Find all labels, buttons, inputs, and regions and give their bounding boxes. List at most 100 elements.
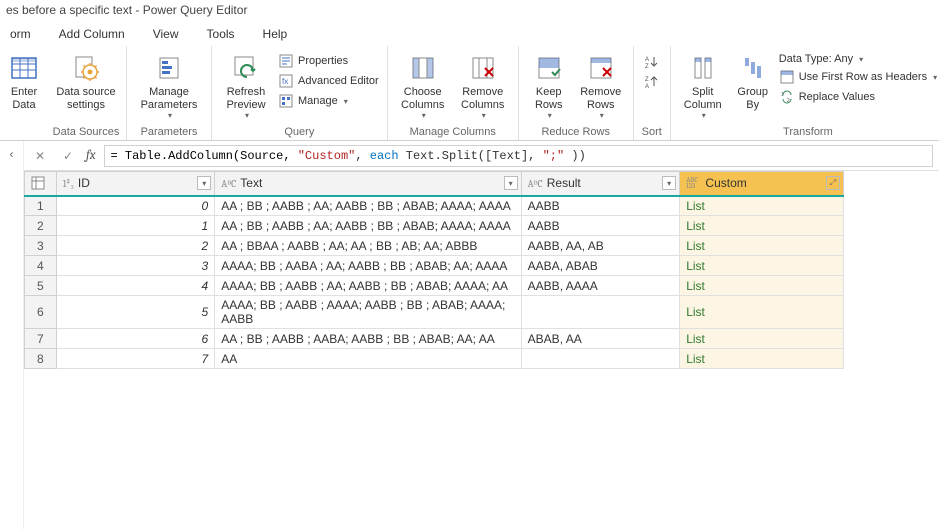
column-filter-id[interactable]: ▾	[197, 176, 211, 190]
properties-button[interactable]: Properties	[276, 52, 381, 70]
row-number[interactable]: 2	[25, 216, 57, 236]
column-filter-result[interactable]: ▾	[662, 176, 676, 190]
cell-custom[interactable]: List	[680, 196, 844, 216]
cell-text[interactable]: AA ; BB ; AABB ; AABA; AABB ; BB ; ABAB;…	[215, 329, 521, 349]
any-type-icon: ABC 123	[686, 178, 698, 189]
group-by-button[interactable]: Group By	[731, 50, 775, 113]
column-header-custom[interactable]: ABC 123 Custom ⤢	[680, 172, 844, 196]
manage-icon	[278, 93, 294, 109]
sort-asc-button[interactable]: AZ	[640, 54, 664, 70]
data-source-settings-button[interactable]: Data source settings	[52, 50, 120, 113]
remove-rows-button[interactable]: Remove Rows▾	[575, 50, 627, 122]
cell-id[interactable]: 3	[56, 256, 215, 276]
formula-input[interactable]: = Table.AddColumn(Source, "Custom", each…	[104, 145, 934, 167]
cell-result[interactable]: AABB, AA, AB	[521, 236, 680, 256]
column-expand-custom[interactable]: ⤢	[826, 176, 840, 190]
row-number[interactable]: 6	[25, 296, 57, 329]
cell-result[interactable]: AABB	[521, 216, 680, 236]
cell-text[interactable]: AAAA; BB ; AABA ; AA; AABB ; BB ; ABAB; …	[215, 256, 521, 276]
cell-custom[interactable]: List	[680, 276, 844, 296]
cell-text[interactable]: AA	[215, 349, 521, 369]
cell-result[interactable]: AABB, AAAA	[521, 276, 680, 296]
keep-rows-icon	[533, 52, 565, 84]
cell-id[interactable]: 6	[56, 329, 215, 349]
table-corner-button[interactable]	[25, 172, 57, 196]
table-row[interactable]: 76AA ; BB ; AABB ; AABA; AABB ; BB ; ABA…	[25, 329, 844, 349]
cell-id[interactable]: 5	[56, 296, 215, 329]
menu-tools[interactable]: Tools	[207, 27, 235, 41]
use-first-row-button[interactable]: Use First Row as Headers▾	[777, 68, 939, 86]
fx-button[interactable]: fx	[86, 148, 96, 163]
cell-custom[interactable]: List	[680, 296, 844, 329]
cell-result[interactable]: ABAB, AA	[521, 329, 680, 349]
table-row[interactable]: 65AAAA; BB ; AABB ; AAAA; AABB ; BB ; AB…	[25, 296, 844, 329]
svg-text:A: A	[645, 57, 649, 63]
cell-id[interactable]: 7	[56, 349, 215, 369]
cell-id[interactable]: 2	[56, 236, 215, 256]
row-number[interactable]: 7	[25, 329, 57, 349]
text-type-icon: AᴮC	[221, 178, 236, 190]
cell-text[interactable]: AAAA; BB ; AABB ; AAAA; AABB ; BB ; ABAB…	[215, 296, 521, 329]
advanced-editor-icon: fx	[278, 73, 294, 89]
sort-desc-button[interactable]: ZA	[640, 74, 664, 90]
split-column-button[interactable]: Split Column▾	[677, 50, 729, 122]
text-type-icon: AᴮC	[528, 178, 543, 190]
column-header-id[interactable]: 1²₃ID ▾	[56, 172, 215, 196]
menu-add-column[interactable]: Add Column	[59, 27, 125, 41]
table-row[interactable]: 10AA ; BB ; AABB ; AA; AABB ; BB ; ABAB;…	[25, 196, 844, 216]
cell-text[interactable]: AA ; BB ; AABB ; AA; AABB ; BB ; ABAB; A…	[215, 216, 521, 236]
column-header-result[interactable]: AᴮCResult ▾	[521, 172, 680, 196]
menu-help[interactable]: Help	[263, 27, 288, 41]
table-icon	[31, 176, 45, 190]
advanced-editor-button[interactable]: fx Advanced Editor	[276, 72, 381, 90]
row-number[interactable]: 4	[25, 256, 57, 276]
group-manage-columns: Manage Columns	[394, 124, 512, 138]
row-number[interactable]: 1	[25, 196, 57, 216]
data-grid[interactable]: 1²₃ID ▾ AᴮCText ▾ AᴮCResult ▾ ABC 123	[24, 171, 844, 369]
replace-values-button[interactable]: 12 Replace Values	[777, 88, 939, 106]
cell-result[interactable]: AABA, ABAB	[521, 256, 680, 276]
table-row[interactable]: 32AA ; BBAA ; AABB ; AA; AA ; BB ; AB; A…	[25, 236, 844, 256]
formula-commit-button[interactable]: ✓	[58, 146, 78, 166]
table-row[interactable]: 21AA ; BB ; AABB ; AA; AABB ; BB ; ABAB;…	[25, 216, 844, 236]
cell-custom[interactable]: List	[680, 236, 844, 256]
cell-id[interactable]: 4	[56, 276, 215, 296]
cell-custom[interactable]: List	[680, 329, 844, 349]
table-row[interactable]: 43AAAA; BB ; AABA ; AA; AABB ; BB ; ABAB…	[25, 256, 844, 276]
cell-text[interactable]: AA ; BB ; AABB ; AA; AABB ; BB ; ABAB; A…	[215, 196, 521, 216]
row-number[interactable]: 8	[25, 349, 57, 369]
cell-result[interactable]	[521, 349, 680, 369]
refresh-preview-button[interactable]: Refresh Preview▾	[218, 50, 274, 122]
cell-id[interactable]: 1	[56, 216, 215, 236]
formula-cancel-button[interactable]: ✕	[30, 146, 50, 166]
svg-text:A: A	[645, 84, 649, 90]
sort-asc-icon: AZ	[644, 54, 660, 70]
table-row[interactable]: 87AA List	[25, 349, 844, 369]
enter-data-button[interactable]: Enter Data	[2, 50, 46, 113]
cell-text[interactable]: AA ; BBAA ; AABB ; AA; AA ; BB ; AB; AA;…	[215, 236, 521, 256]
svg-text:fx: fx	[282, 77, 288, 86]
manage-button[interactable]: Manage▾	[276, 92, 381, 110]
cell-result[interactable]	[521, 296, 680, 329]
cell-custom[interactable]: List	[680, 349, 844, 369]
cell-id[interactable]: 0	[56, 196, 215, 216]
cell-custom[interactable]: List	[680, 216, 844, 236]
cell-custom[interactable]: List	[680, 256, 844, 276]
cell-result[interactable]: AABB	[521, 196, 680, 216]
table-row[interactable]: 54AAAA; BB ; AABB ; AA; AABB ; BB ; ABAB…	[25, 276, 844, 296]
row-number[interactable]: 3	[25, 236, 57, 256]
data-type-button[interactable]: Data Type: Any▾	[777, 52, 939, 66]
keep-rows-button[interactable]: Keep Rows▾	[525, 50, 573, 122]
menu-transform[interactable]: orm	[10, 27, 31, 41]
remove-columns-button[interactable]: Remove Columns▾	[454, 50, 512, 122]
manage-parameters-button[interactable]: Manage Parameters▾	[133, 50, 205, 122]
choose-columns-button[interactable]: Choose Columns▾	[394, 50, 452, 122]
menu-view[interactable]: View	[153, 27, 179, 41]
cell-text[interactable]: AAAA; BB ; AABB ; AA; AABB ; BB ; ABAB; …	[215, 276, 521, 296]
number-type-icon: 1²₃	[63, 178, 74, 190]
column-header-text[interactable]: AᴮCText ▾	[215, 172, 521, 196]
ribbon: Enter Data Data source settings Data Sou…	[0, 46, 939, 141]
row-number[interactable]: 5	[25, 276, 57, 296]
column-filter-text[interactable]: ▾	[504, 176, 518, 190]
queries-pane-toggle[interactable]: ‹	[0, 141, 24, 529]
